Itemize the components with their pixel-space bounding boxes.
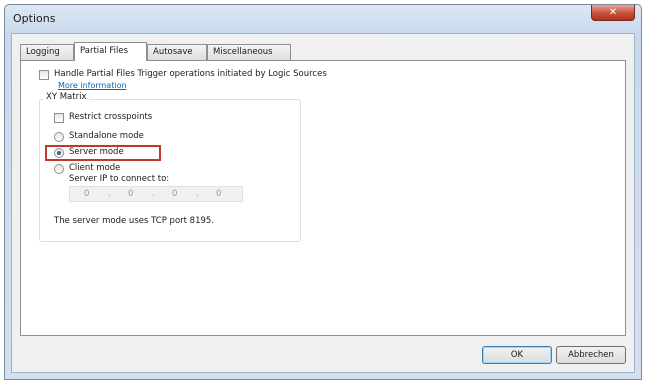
ok-button[interactable]: OK — [482, 346, 552, 364]
tab-partial-files[interactable]: Partial Files — [74, 42, 147, 61]
server-mode-radio[interactable] — [54, 148, 64, 158]
ip-segment-3: 0 — [172, 189, 178, 199]
handle-partial-files-checkbox[interactable] — [39, 70, 49, 80]
tab-autosave-label: Autosave — [153, 47, 193, 57]
server-mode-label[interactable]: Server mode — [69, 147, 124, 157]
cancel-button[interactable]: Abbrechen — [556, 346, 626, 364]
ip-segment-1: 0 — [84, 189, 90, 199]
standalone-mode-label[interactable]: Standalone mode — [69, 131, 144, 141]
tab-partial-files-label: Partial Files — [80, 46, 129, 56]
ip-separator-2: . — [152, 189, 155, 199]
ip-separator-1: . — [108, 189, 111, 199]
ip-segment-4: 0 — [216, 189, 222, 199]
restrict-crosspoints-label[interactable]: Restrict crosspoints — [69, 112, 152, 122]
dialog-client-area: Logging Partial Files Autosave Miscellan… — [11, 33, 635, 373]
ip-segment-2: 0 — [128, 189, 134, 199]
xy-matrix-group-title: XY Matrix — [43, 92, 90, 102]
window-title: Options — [13, 12, 56, 25]
ok-button-label: OK — [510, 350, 524, 360]
standalone-mode-radio[interactable] — [54, 132, 64, 142]
tab-logging-label: Logging — [26, 47, 60, 57]
radio-selected-dot — [57, 151, 61, 155]
close-icon: ✕ — [608, 7, 618, 18]
title-bar[interactable]: Options ✕ — [5, 5, 641, 33]
options-dialog: Options ✕ Logging Partial Files Autosave… — [4, 4, 642, 380]
server-ip-label: Server IP to connect to: — [69, 174, 170, 184]
partial-files-panel: Handle Partial Files Trigger operations … — [20, 60, 626, 336]
server-mode-note: The server mode uses TCP port 8195. — [54, 216, 215, 226]
handle-partial-files-label[interactable]: Handle Partial Files Trigger operations … — [54, 69, 327, 79]
close-button[interactable]: ✕ — [591, 5, 635, 21]
tab-logging[interactable]: Logging — [20, 44, 74, 60]
client-mode-label[interactable]: Client mode — [69, 163, 120, 173]
tab-miscellaneous[interactable]: Miscellaneous — [207, 44, 291, 60]
tab-autosave[interactable]: Autosave — [147, 44, 207, 60]
cancel-button-label: Abbrechen — [568, 350, 614, 360]
tab-miscellaneous-label: Miscellaneous — [213, 47, 273, 57]
restrict-crosspoints-checkbox[interactable] — [54, 113, 64, 123]
more-information-link[interactable]: More information — [58, 81, 127, 90]
client-mode-radio[interactable] — [54, 164, 64, 174]
ip-separator-3: . — [196, 189, 199, 199]
server-ip-input[interactable]: 0 . 0 . 0 . 0 — [69, 186, 243, 202]
